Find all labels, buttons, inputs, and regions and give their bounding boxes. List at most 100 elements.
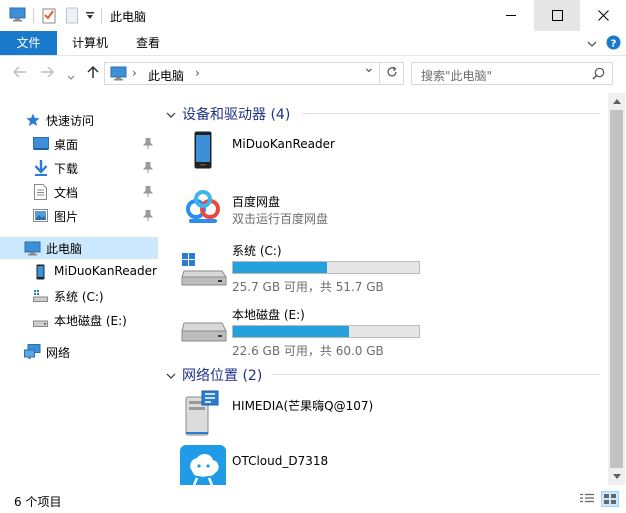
tab-view[interactable]: 查看 (124, 31, 172, 55)
desktop-icon (33, 137, 49, 154)
scrollbar-thumb[interactable] (610, 110, 623, 468)
item-baidu-netdisk[interactable]: 百度网盘 双击运行百度网盘 (178, 185, 598, 233)
nav-miduokanreader[interactable]: MiDuoKanReader (0, 261, 158, 283)
nav-downloads[interactable]: 下载 (0, 157, 158, 179)
minimize-button[interactable] (488, 0, 534, 31)
nav-this-pc[interactable]: 此电脑 (0, 237, 158, 259)
nav-label: 本地磁盘 (E:) (54, 314, 127, 328)
search-input[interactable]: 搜索"此电脑" (411, 62, 613, 85)
drive-free-space: 25.7 GB 可用，共 51.7 GB (232, 280, 384, 294)
drive-free-space: 22.6 GB 可用，共 60.0 GB (232, 344, 384, 358)
vertical-scrollbar[interactable] (608, 93, 625, 485)
recent-locations-chevron-icon[interactable] (67, 70, 75, 84)
item-drive-c[interactable]: 系统 (C:) 25.7 GB 可用，共 51.7 GB (178, 239, 598, 294)
close-button[interactable] (580, 0, 626, 31)
nav-label: 快速访问 (46, 114, 95, 128)
new-folder-icon[interactable] (66, 7, 78, 27)
download-arrow-icon (34, 160, 48, 179)
ribbon: 文件 计算机 查看 ? (0, 31, 626, 56)
baidu-netdisk-logo-icon (180, 185, 226, 234)
refresh-button[interactable] (379, 62, 404, 85)
breadcrumb-this-pc[interactable]: 此电脑 (148, 67, 184, 84)
nav-label: 此电脑 (46, 242, 83, 256)
device-phone-icon (36, 264, 45, 283)
nav-desktop[interactable]: 桌面 (0, 133, 158, 155)
nav-label: 系统 (C:) (54, 290, 104, 304)
nav-label: MiDuoKanReader (54, 264, 157, 278)
nav-network[interactable]: 网络 (0, 341, 158, 363)
nav-label: 网络 (46, 346, 71, 360)
scroll-up-arrow-icon[interactable] (608, 93, 625, 110)
nav-drive-c[interactable]: 系统 (C:) (0, 285, 158, 307)
large-icons-view-icon[interactable] (601, 491, 619, 507)
navigation-pane: 快速访问 桌面 下载 文档 图片 此电脑 MiDuoKanReader 系统 (… (0, 93, 158, 485)
item-otcloud[interactable]: OTCloud_D7318 (178, 445, 598, 485)
item-name: OTCloud_D7318 (232, 454, 329, 468)
system-drive-icon (33, 290, 48, 305)
breadcrumb-chevron[interactable]: › (195, 66, 200, 80)
forward-icon[interactable] (40, 66, 54, 81)
details-view-icon[interactable] (580, 493, 594, 508)
group-network-header[interactable]: 网络位置 (2) (160, 364, 606, 384)
nav-drive-e[interactable]: 本地磁盘 (E:) (0, 309, 158, 331)
system-drive-icon (180, 253, 228, 292)
media-server-icon (184, 389, 224, 442)
item-name: 系统 (C:) (232, 244, 282, 258)
drive-usage-fill (233, 326, 349, 337)
window-title: 此电脑 (110, 10, 147, 24)
nav-label: 图片 (54, 210, 79, 224)
picture-icon (33, 209, 48, 225)
address-bar[interactable]: › 此电脑 › ⌄ (104, 60, 404, 85)
help-icon[interactable]: ? (606, 35, 621, 53)
up-icon[interactable] (86, 65, 100, 82)
item-name: MiDuoKanReader (232, 137, 335, 151)
content-pane: 设备和驱动器 (4) MiDuoKanReader 百度网盘 双击运行百度网盘 … (160, 93, 606, 485)
star-icon (26, 113, 40, 130)
customize-toolbar-chevron-icon[interactable] (86, 10, 95, 24)
drive-usage-bar (232, 261, 420, 274)
document-icon (34, 184, 47, 203)
separator (33, 9, 34, 23)
item-description: 双击运行百度网盘 (232, 212, 329, 226)
properties-icon[interactable] (42, 7, 56, 27)
refresh-icon (386, 66, 398, 81)
divider (272, 374, 600, 375)
item-name: 本地磁盘 (E:) (232, 308, 305, 322)
pin-icon[interactable] (142, 137, 154, 152)
device-phone-icon (194, 131, 212, 172)
nav-pictures[interactable]: 图片 (0, 205, 158, 227)
drive-usage-bar (232, 325, 420, 338)
search-placeholder: 搜索"此电脑" (421, 69, 493, 83)
this-pc-icon (110, 66, 127, 84)
pin-icon[interactable] (142, 161, 154, 176)
maximize-button[interactable] (534, 0, 580, 31)
expand-ribbon-chevron-icon[interactable] (587, 38, 597, 52)
pin-icon[interactable] (142, 185, 154, 200)
item-count: 6 个项目 (14, 495, 62, 509)
separator (101, 9, 102, 23)
address-dropdown-chevron-icon[interactable]: ⌄ (363, 60, 375, 76)
hard-drive-icon (180, 321, 228, 352)
tab-computer[interactable]: 计算机 (60, 31, 120, 55)
breadcrumb-chevron[interactable]: › (132, 66, 137, 80)
item-name: 百度网盘 (232, 195, 281, 209)
group-devices-header[interactable]: 设备和驱动器 (4) (160, 103, 606, 123)
item-miduokanreader[interactable]: MiDuoKanReader (178, 129, 598, 175)
group-title: 网络位置 (2) (182, 368, 263, 384)
otcloud-logo-icon (180, 445, 226, 485)
pin-icon[interactable] (142, 209, 154, 224)
nav-label: 下载 (54, 162, 79, 176)
scroll-down-arrow-icon[interactable] (608, 468, 625, 485)
tab-file[interactable]: 文件 (0, 31, 57, 55)
item-drive-e[interactable]: 本地磁盘 (E:) 22.6 GB 可用，共 60.0 GB (178, 303, 598, 358)
nav-documents[interactable]: 文档 (0, 181, 158, 203)
this-pc-icon (9, 7, 26, 25)
drive-usage-fill (233, 262, 327, 273)
back-icon[interactable] (13, 66, 27, 81)
divider (302, 113, 600, 114)
nav-quick-access[interactable]: 快速访问 (0, 109, 158, 131)
collapse-chevron-icon[interactable] (166, 369, 176, 383)
item-himedia[interactable]: HIMEDIA(芒果嗨Q@107) (178, 389, 598, 439)
group-title: 设备和驱动器 (4) (182, 107, 291, 123)
collapse-chevron-icon[interactable] (166, 108, 176, 122)
